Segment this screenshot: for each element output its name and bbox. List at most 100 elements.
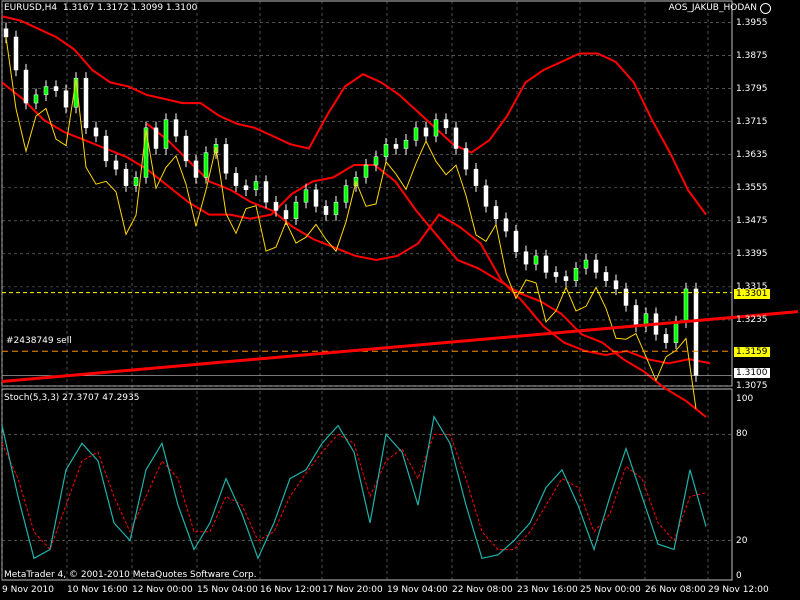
- candle: [293, 201, 299, 219]
- candle: [283, 210, 289, 219]
- candle: [263, 181, 269, 203]
- candle: [113, 160, 119, 170]
- order-label: #2438749 sell: [6, 336, 72, 346]
- candle: [563, 276, 569, 281]
- stoch-tick-label: 0: [736, 571, 742, 581]
- symbol-label: EURUSD,H4: [4, 3, 58, 13]
- candle: [463, 148, 469, 170]
- candle: [513, 230, 519, 253]
- candle: [393, 144, 399, 149]
- candle: [433, 119, 439, 137]
- smiley-icon: [760, 3, 771, 14]
- candle: [583, 259, 589, 269]
- candle: [473, 168, 479, 186]
- candle: [403, 139, 409, 149]
- candle: [483, 185, 489, 207]
- candle: [123, 168, 129, 186]
- candle: [593, 259, 599, 273]
- time-tick-label: 12 Nov 00:00: [132, 585, 193, 595]
- price-tick-label: 1.3475: [736, 215, 768, 226]
- candle: [313, 189, 319, 207]
- candle: [333, 201, 339, 215]
- price-box-order: 1.3159: [734, 347, 770, 357]
- time-tick-label: 17 Nov 20:00: [322, 585, 383, 595]
- candle: [193, 160, 199, 178]
- time-tick-label: 15 Nov 04:00: [197, 585, 258, 595]
- time-tick-label: 25 Nov 00:00: [580, 585, 641, 595]
- time-tick-label: 23 Nov 16:00: [517, 585, 578, 595]
- time-tick-label: 19 Nov 04:00: [387, 585, 448, 595]
- time-tick-label: 9 Nov 2010: [2, 585, 54, 595]
- candle: [573, 268, 579, 281]
- candle: [523, 251, 529, 265]
- candle: [613, 280, 619, 290]
- candle: [543, 255, 549, 273]
- price-tick-label: 1.3715: [736, 116, 768, 127]
- candle: [203, 152, 209, 178]
- price-tick-label: 1.3235: [736, 314, 768, 325]
- candle: [323, 206, 329, 215]
- stoch-pane-frame: [1, 388, 733, 581]
- time-tick-label: 29 Nov 12:00: [708, 585, 769, 595]
- candle: [683, 288, 689, 323]
- candle: [553, 272, 559, 277]
- mid-band-line: [1, 81, 707, 418]
- account-label: AOS_JAKUB_HODAN: [668, 3, 757, 13]
- time-tick-label: 10 Nov 16:00: [67, 585, 128, 595]
- candle: [673, 321, 679, 343]
- candle: [303, 189, 309, 203]
- price-tick-label: 1.3875: [736, 50, 768, 61]
- price-tick-label: 1.3395: [736, 248, 768, 259]
- candle: [663, 334, 669, 343]
- candle: [3, 28, 9, 38]
- candle: [183, 135, 189, 162]
- candle: [233, 173, 239, 186]
- candle: [23, 69, 29, 104]
- candle: [363, 164, 369, 178]
- candle: [413, 127, 419, 141]
- candle: [13, 36, 19, 71]
- footer-copyright: MetaTrader 4, © 2001-2010 MetaQuotes Sof…: [4, 570, 257, 580]
- candle: [383, 144, 389, 158]
- candle: [443, 119, 449, 129]
- candle: [153, 127, 159, 149]
- candle: [533, 255, 539, 265]
- stoch-main-line: [1, 415, 707, 560]
- stoch-tick-label: 20: [736, 535, 748, 546]
- price-tick-label: 1.3555: [736, 182, 768, 193]
- price-tick-label: 1.3635: [736, 149, 768, 160]
- candle: [103, 135, 109, 162]
- candle: [273, 201, 279, 211]
- price-tick-label: 1.3795: [736, 83, 768, 94]
- price-box-current: 1.3100: [734, 368, 770, 378]
- price-chart[interactable]: [0, 0, 800, 600]
- candle: [423, 127, 429, 137]
- candle: [163, 119, 169, 149]
- candle: [253, 181, 259, 191]
- time-tick-label: 26 Nov 08:00: [645, 585, 706, 595]
- price-tick-label: 1.3955: [736, 17, 768, 28]
- candle: [243, 185, 249, 191]
- candle: [93, 127, 99, 137]
- chart-title: EURUSD,H4 1.3167 1.3172 1.3099 1.3100: [4, 3, 197, 13]
- candle: [53, 86, 59, 91]
- stoch-label: Stoch(5,3,3) 27.3707 47.2935: [4, 393, 140, 403]
- time-tick-label: 16 Nov 12:00: [260, 585, 321, 595]
- time-tick-label: 22 Nov 08:00: [452, 585, 513, 595]
- candle: [133, 177, 139, 186]
- price-box-upper: 1.3301: [734, 289, 770, 299]
- candle: [503, 218, 509, 232]
- candle: [223, 144, 229, 174]
- candle: [693, 288, 699, 376]
- candle: [173, 119, 179, 137]
- candle: [83, 78, 89, 129]
- price-tick-label: 1.3075: [736, 381, 768, 391]
- candle: [493, 206, 499, 219]
- stoch-tick-label: 100: [736, 394, 754, 404]
- candle: [63, 90, 69, 108]
- candle: [43, 86, 49, 96]
- candle: [373, 156, 379, 166]
- candle: [453, 127, 459, 149]
- candle: [623, 288, 629, 306]
- candle: [33, 94, 39, 104]
